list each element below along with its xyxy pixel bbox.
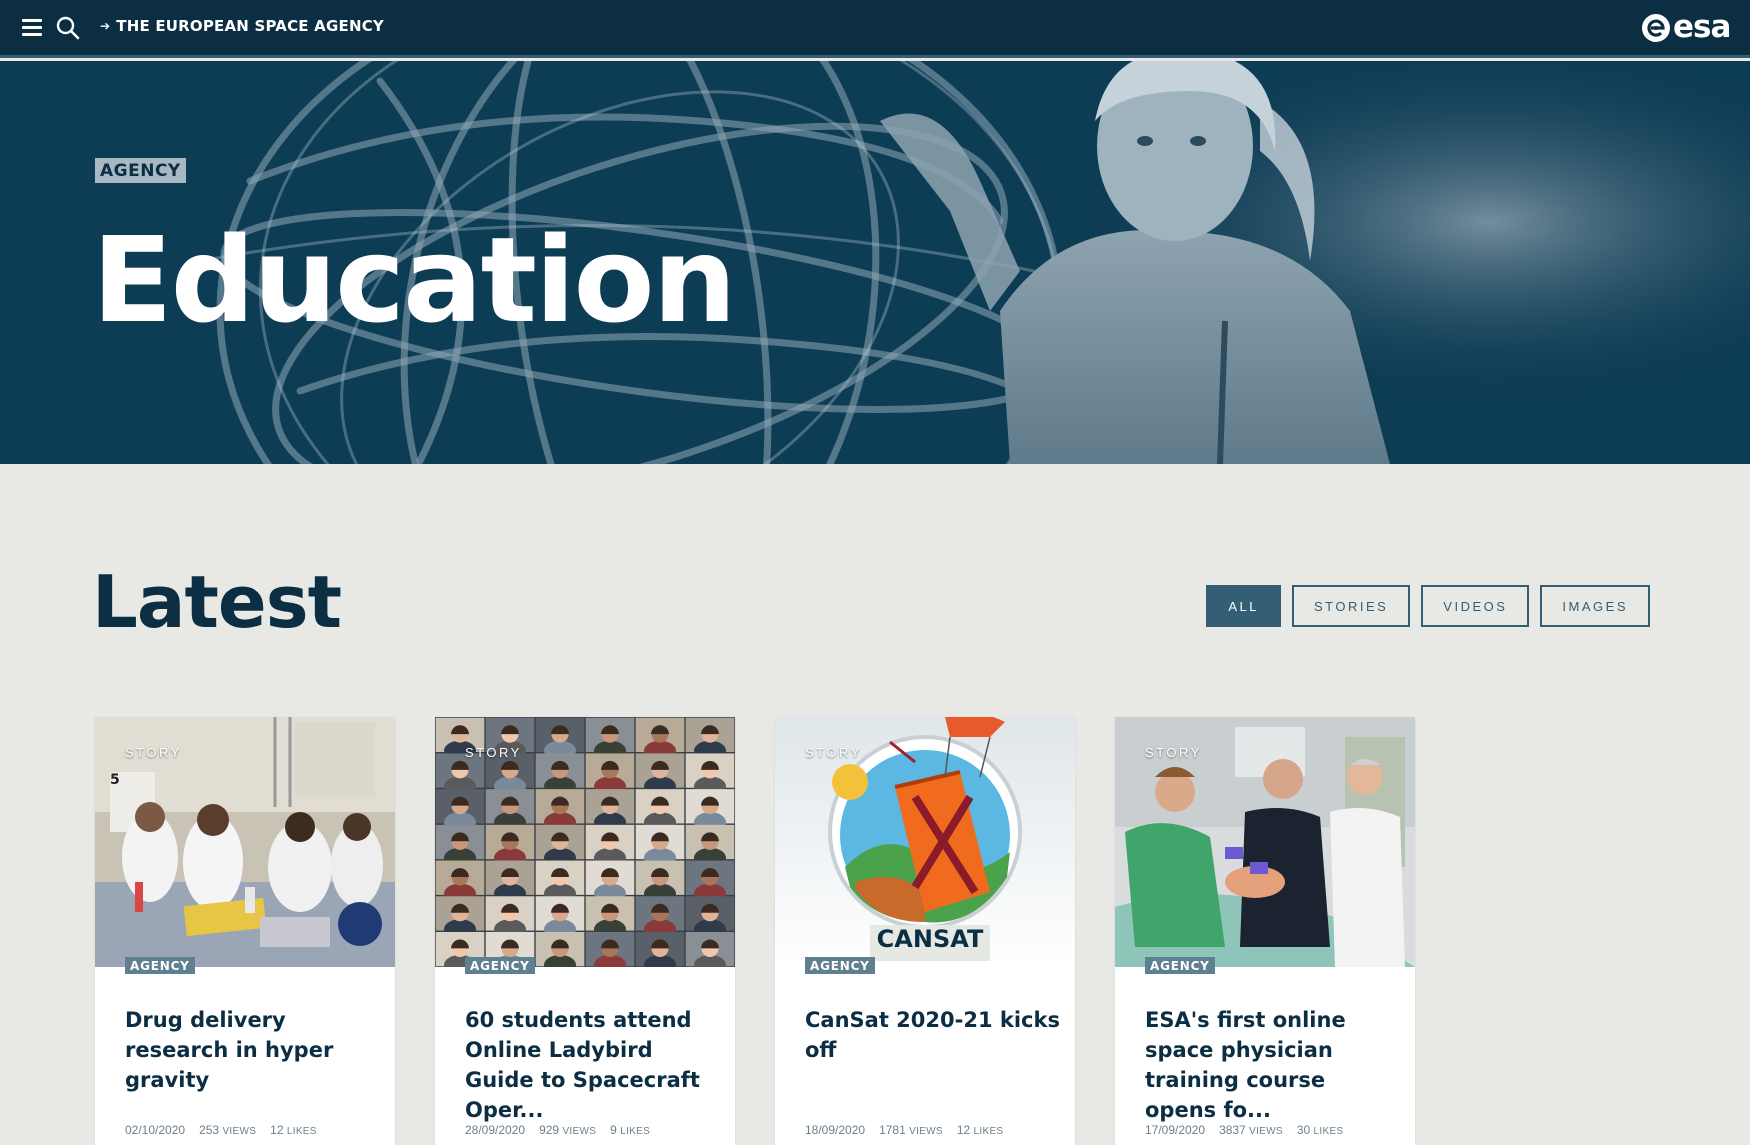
video-tile bbox=[635, 931, 685, 967]
likes-unit: LIKES bbox=[1313, 1126, 1344, 1137]
card-views: 929 bbox=[539, 1123, 560, 1137]
video-tile bbox=[685, 931, 735, 967]
views-unit: VIEWS bbox=[909, 1126, 943, 1137]
card-date: 18/09/2020 bbox=[805, 1123, 866, 1137]
card-meta: 02/10/2020 253 VIEWS 12 LIKES bbox=[125, 1123, 317, 1137]
arrow-icon: ➔ bbox=[100, 19, 111, 33]
card-tag[interactable]: AGENCY bbox=[805, 957, 875, 974]
views-unit: VIEWS bbox=[1249, 1126, 1283, 1137]
filter-stories-button[interactable]: STORIES bbox=[1291, 585, 1411, 627]
card-tag[interactable]: AGENCY bbox=[125, 957, 195, 974]
section-title: Latest bbox=[92, 560, 342, 644]
card-meta: 18/09/2020 1781 VIEWS 12 LIKES bbox=[805, 1123, 1003, 1137]
card-type: STORY bbox=[465, 745, 522, 760]
top-bar: ➔ THE EUROPEAN SPACE AGENCY esa bbox=[0, 0, 1750, 58]
hero-banner: AGENCY Education bbox=[0, 61, 1750, 464]
card-date: 17/09/2020 bbox=[1145, 1123, 1206, 1137]
card-title[interactable]: ESA's first online space physician train… bbox=[1145, 1005, 1400, 1125]
filter-videos-button[interactable]: VIDEOS bbox=[1421, 585, 1530, 627]
card-views: 1781 bbox=[879, 1123, 906, 1137]
menu-icon[interactable] bbox=[22, 18, 42, 36]
card-date: 28/09/2020 bbox=[465, 1123, 526, 1137]
esa-logo[interactable]: esa bbox=[1640, 9, 1731, 46]
card-likes: 12 bbox=[956, 1123, 971, 1137]
card-likes: 12 bbox=[270, 1123, 284, 1137]
card-type: STORY bbox=[805, 745, 862, 760]
likes-unit: LIKES bbox=[973, 1126, 1004, 1137]
card-title[interactable]: CanSat 2020-21 kicks off bbox=[805, 1005, 1060, 1065]
card-likes: 30 bbox=[1296, 1123, 1311, 1137]
cansat-logo-text: CANSAT bbox=[876, 925, 984, 953]
video-tile bbox=[585, 931, 635, 967]
story-card[interactable]: 5 STORY AGENCY Drug delivery research in… bbox=[95, 717, 395, 1145]
filter-group: ALL STORIES VIDEOS IMAGES bbox=[1206, 585, 1650, 627]
story-card[interactable]: STORY AGENCY ESA's first online space ph… bbox=[1115, 717, 1415, 1145]
views-unit: VIEWS bbox=[222, 1126, 257, 1137]
esa-logo-text: esa bbox=[1673, 9, 1731, 45]
likes-unit: LIKES bbox=[620, 1126, 651, 1137]
brand-link[interactable]: ➔ THE EUROPEAN SPACE AGENCY bbox=[100, 17, 384, 35]
hero-tag[interactable]: AGENCY bbox=[95, 158, 186, 183]
page-title: Education bbox=[92, 211, 737, 349]
card-type: STORY bbox=[1145, 745, 1202, 760]
card-title[interactable]: Drug delivery research in hyper gravity bbox=[125, 1005, 380, 1095]
image-badge: 5 bbox=[110, 772, 120, 788]
card-meta: 17/09/2020 3837 VIEWS 30 LIKES bbox=[1145, 1123, 1343, 1137]
filter-images-button[interactable]: IMAGES bbox=[1540, 585, 1650, 627]
video-tile bbox=[535, 931, 585, 967]
card-type: STORY bbox=[125, 745, 182, 760]
filter-all-button[interactable]: ALL bbox=[1206, 585, 1281, 627]
story-card[interactable]: STORY AGENCY 60 students attend Online L… bbox=[435, 717, 735, 1145]
card-tag[interactable]: AGENCY bbox=[1145, 957, 1215, 974]
card-views: 253 bbox=[199, 1123, 220, 1137]
card-views: 3837 bbox=[1219, 1123, 1246, 1137]
likes-unit: LIKES bbox=[286, 1126, 317, 1137]
card-meta: 28/09/2020 929 VIEWS 9 LIKES bbox=[465, 1123, 650, 1137]
brand-link-label: THE EUROPEAN SPACE AGENCY bbox=[116, 17, 384, 35]
card-tag[interactable]: AGENCY bbox=[465, 957, 535, 974]
search-icon[interactable] bbox=[55, 15, 81, 41]
story-card[interactable]: CANSAT STORY AGENCY CanSat 2020-21 kicks… bbox=[775, 717, 1075, 1145]
card-title[interactable]: 60 students attend Online Ladybird Guide… bbox=[465, 1005, 720, 1125]
card-date: 02/10/2020 bbox=[125, 1123, 186, 1137]
views-unit: VIEWS bbox=[562, 1126, 597, 1137]
card-likes: 9 bbox=[610, 1123, 617, 1137]
